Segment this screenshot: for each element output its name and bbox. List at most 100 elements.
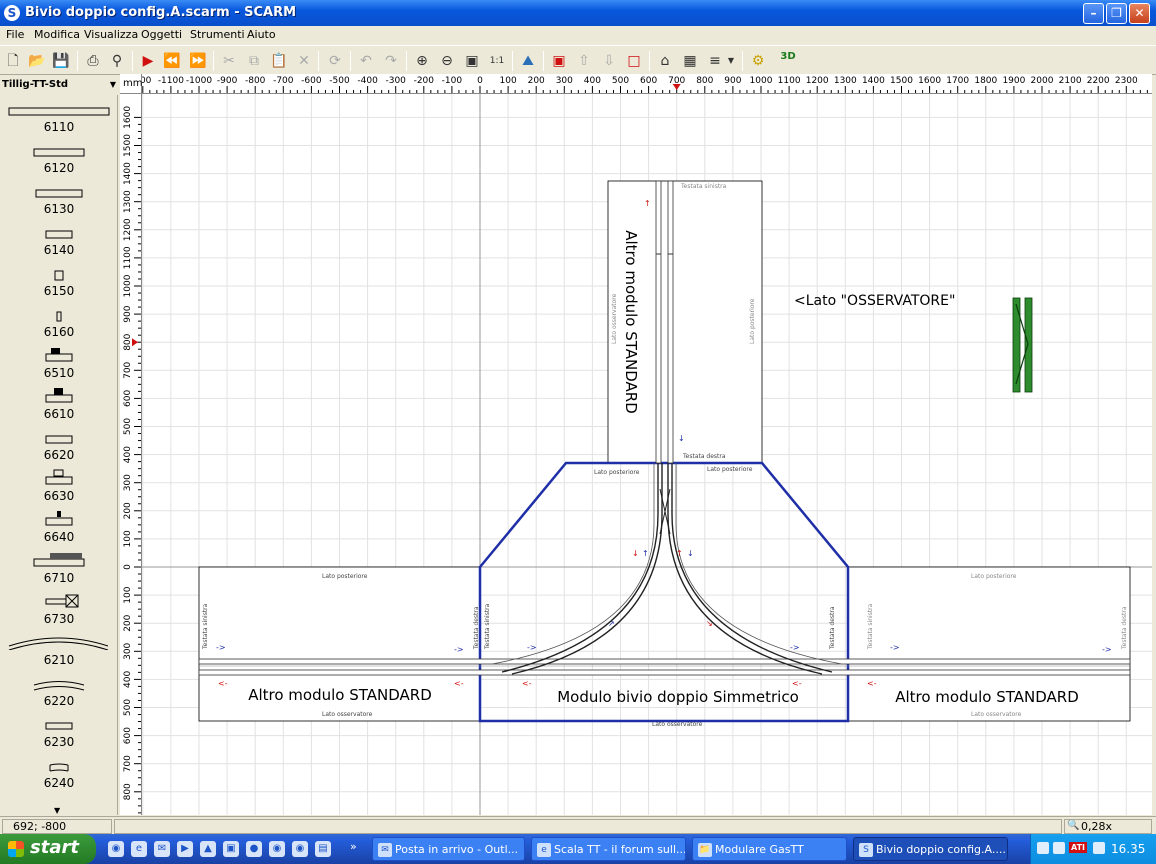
quicklaunch-app-icon[interactable]: ▣ <box>223 841 239 857</box>
zoom-in-icon[interactable]: ⊕ <box>412 51 432 71</box>
quicklaunch-app-icon[interactable]: ▤ <box>315 841 331 857</box>
quicklaunch-overflow-icon[interactable]: » <box>350 840 357 853</box>
close-button[interactable]: ✕ <box>1129 3 1150 24</box>
minimize-button[interactable]: – <box>1083 3 1104 24</box>
measure-icon[interactable]: ⚙ <box>748 51 768 71</box>
library-item[interactable]: 6120 <box>0 136 117 177</box>
save-icon[interactable]: 💾 <box>51 51 71 71</box>
library-item[interactable]: 6240 <box>0 751 117 792</box>
zoom-out-icon[interactable]: ⊖ <box>437 51 457 71</box>
title-bar[interactable]: S Bivio doppio config.A.scarm - SCARM – … <box>0 0 1156 26</box>
ruler-label: 200 <box>123 614 133 631</box>
quicklaunch-media-icon[interactable]: ● <box>246 841 262 857</box>
height-up-icon[interactable]: ⇧ <box>574 51 594 71</box>
ruler-label: 1100 <box>778 76 801 86</box>
play-icon[interactable]: ▶ <box>138 51 158 71</box>
library-item[interactable]: 6150 <box>0 259 117 300</box>
library-item[interactable]: 6730 <box>0 587 117 628</box>
quicklaunch-ie-icon[interactable]: e <box>131 841 147 857</box>
library-item[interactable]: 6110 <box>0 95 117 136</box>
quicklaunch-app-icon[interactable]: ▶ <box>177 841 193 857</box>
paste-icon[interactable]: 📋 <box>269 51 289 71</box>
menu-strumenti[interactable]: Strumenti <box>190 28 245 41</box>
chevron-down-icon[interactable]: ▼ <box>110 80 116 89</box>
library-item[interactable]: 6610 <box>0 382 117 423</box>
ati-icon[interactable]: ATI <box>1069 842 1088 853</box>
layers-icon[interactable]: ≡ <box>705 51 725 71</box>
svg-text:↗: ↗ <box>608 619 615 628</box>
new-file-icon[interactable]: 🗋 <box>3 51 23 71</box>
quicklaunch-app-icon[interactable]: ◉ <box>269 841 285 857</box>
open-folder-icon[interactable]: 📂 <box>27 51 47 71</box>
ruler-label: 1200 <box>806 76 829 86</box>
curved-track-icon <box>49 763 69 772</box>
library-item[interactable]: 6640 <box>0 505 117 546</box>
fast-forward-icon[interactable]: ⏩ <box>188 51 208 71</box>
print-preview-icon[interactable]: ⚲ <box>107 51 127 71</box>
long-track-icon <box>33 553 85 567</box>
task-scarm[interactable]: S Bivio doppio config.A.... <box>853 837 1008 861</box>
height-down-icon[interactable]: ⇩ <box>599 51 619 71</box>
ghost-turnout-piece[interactable] <box>1012 297 1033 393</box>
undo-icon[interactable]: ↶ <box>356 51 376 71</box>
menu-oggetti[interactable]: Oggetti <box>141 28 182 41</box>
library-item[interactable]: 6620 <box>0 423 117 464</box>
ruler-label: 2000 <box>1031 76 1054 86</box>
windows-logo-icon <box>8 841 24 857</box>
background-image-icon[interactable]: ⛰ <box>518 51 538 71</box>
object-marker-icon[interactable]: □ <box>624 51 644 71</box>
task-forum[interactable]: e Scala TT - il forum sull... <box>531 837 686 861</box>
track-marker-icon[interactable]: ▣ <box>549 51 569 71</box>
fit-view-icon[interactable]: ▣ <box>462 51 482 71</box>
menu-aiuto[interactable]: Aiuto <box>247 28 276 41</box>
task-outlook[interactable]: ✉ Posta in arrivo - Outl... <box>372 837 525 861</box>
library-item[interactable]: 6210 <box>0 628 117 669</box>
library-item[interactable]: 6220 <box>0 669 117 710</box>
maximize-button[interactable]: ❐ <box>1106 3 1127 24</box>
rewind-icon[interactable]: ⏪ <box>162 51 182 71</box>
ruler-label: -100 <box>442 76 463 86</box>
redo-icon[interactable]: ↷ <box>381 51 401 71</box>
library-item[interactable]: 6630 <box>0 464 117 505</box>
library-item[interactable]: 6160 <box>0 300 117 341</box>
toolbar-separator <box>543 51 544 71</box>
menu-file[interactable]: File <box>6 28 24 41</box>
ruler-label: 300 <box>123 474 133 491</box>
outlook-icon: ✉ <box>378 843 392 857</box>
library-item[interactable]: 6140 <box>0 218 117 259</box>
scroll-down-icon[interactable]: ▼ <box>54 806 60 815</box>
bridge-icon[interactable]: ⌂ <box>655 51 675 71</box>
library-item[interactable]: 6230 <box>0 710 117 751</box>
network-icon[interactable] <box>1037 842 1049 854</box>
library-selector[interactable]: Tillig-TT-Std ▼ <box>0 78 120 94</box>
quicklaunch-app-icon[interactable]: ◉ <box>292 841 308 857</box>
menu-modifica[interactable]: Modifica <box>34 28 80 41</box>
task-folder[interactable]: 📁 Modulare GasTT <box>692 837 847 861</box>
ruler-label: 1800 <box>974 76 997 86</box>
layers-dropdown-icon[interactable]: ▼ <box>725 51 737 71</box>
tunnel-icon[interactable]: ▦ <box>680 51 700 71</box>
library-item[interactable]: 6710 <box>0 546 117 587</box>
copy-icon[interactable]: ⧉ <box>244 51 264 71</box>
library-item[interactable]: 6130 <box>0 177 117 218</box>
quicklaunch-app-icon[interactable]: ◉ <box>108 841 124 857</box>
center-osservatore-label: Lato osservatore <box>652 721 703 728</box>
svg-text:↑: ↑ <box>644 199 651 208</box>
library-item-label: 6110 <box>43 120 75 134</box>
tray-app-icon[interactable] <box>1053 842 1065 854</box>
start-button[interactable]: start <box>0 834 96 864</box>
rotate-icon[interactable]: ⟳ <box>325 51 345 71</box>
3d-view-icon[interactable]: 3D <box>778 51 798 71</box>
scarm-app-icon[interactable]: S <box>4 5 20 21</box>
delete-icon[interactable]: ✕ <box>294 51 314 71</box>
toolbar-separator <box>350 51 351 71</box>
zoom-1to1-icon[interactable]: 1:1 <box>487 51 507 71</box>
library-item[interactable]: 6510 <box>0 341 117 382</box>
print-icon[interactable]: ⎙ <box>83 51 103 71</box>
cut-icon[interactable]: ✂ <box>219 51 239 71</box>
layout-canvas[interactable]: ↑ ↓ ↓ ↑ ↑ ↓ -> -> -> -> -> -> <- <- <- <… <box>142 94 1152 815</box>
quicklaunch-outlook-icon[interactable]: ✉ <box>154 841 170 857</box>
tray-app-icon[interactable] <box>1093 842 1105 854</box>
menu-visualizza[interactable]: Visualizza <box>84 28 138 41</box>
quicklaunch-app-icon[interactable]: ▲ <box>200 841 216 857</box>
